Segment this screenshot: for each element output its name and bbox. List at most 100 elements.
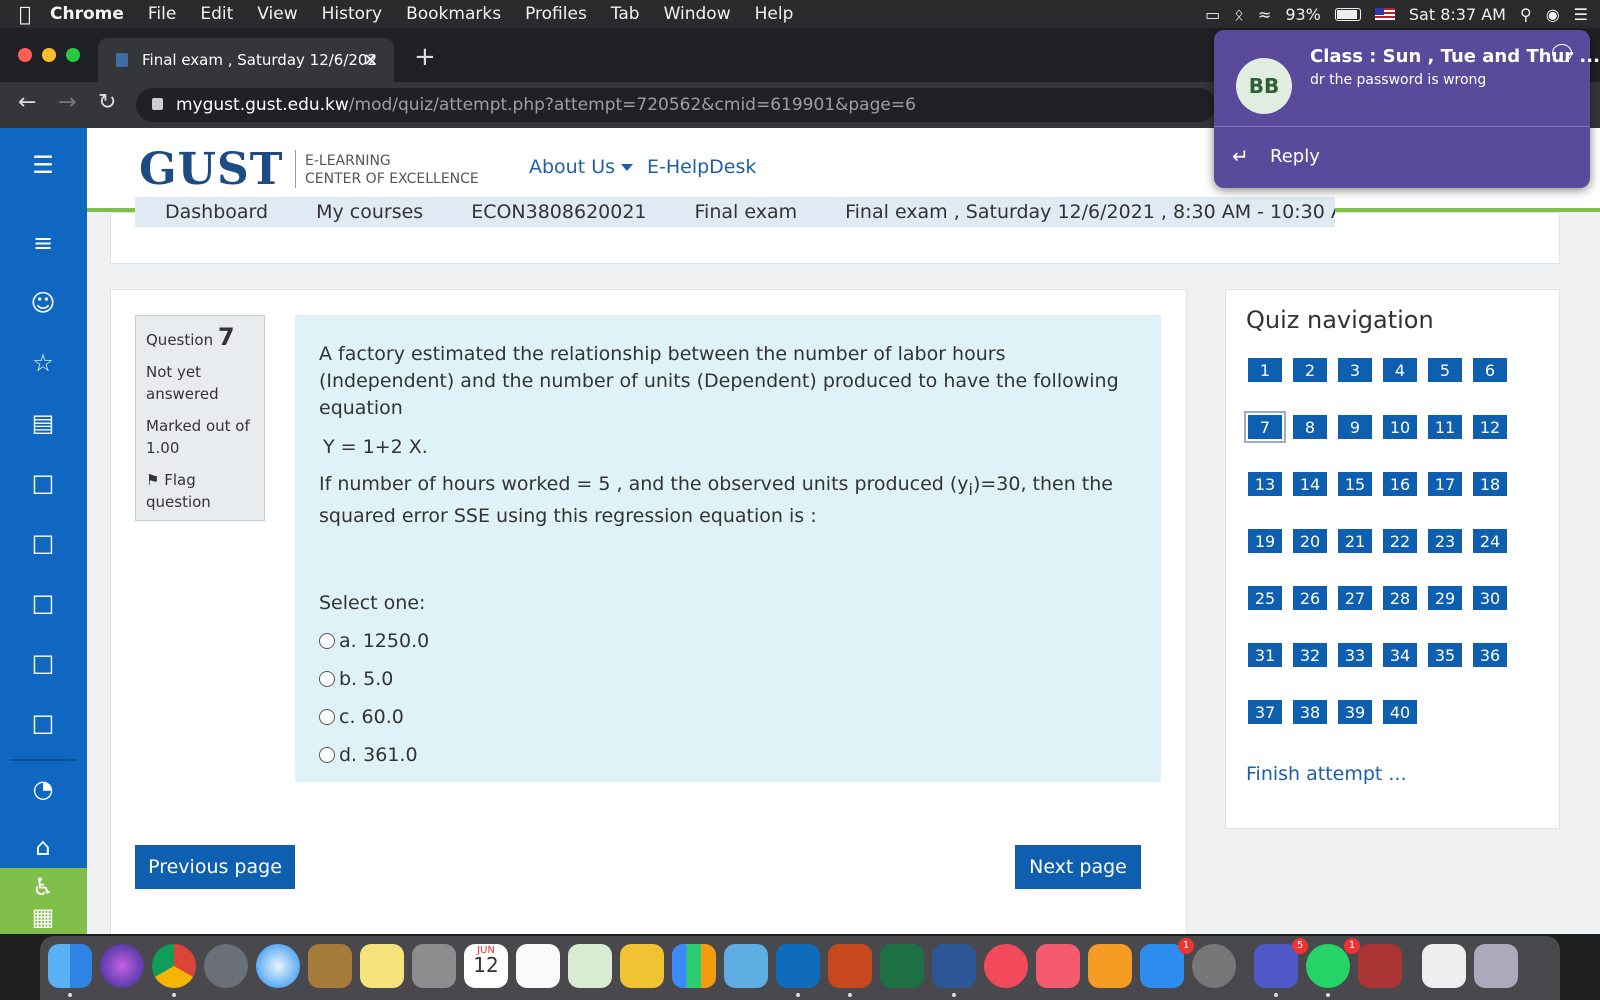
quiz-nav-question-button[interactable]: 21 [1338,529,1372,553]
reload-icon[interactable]: ↻ [98,90,116,115]
quiz-nav-question-button[interactable]: 2 [1293,358,1327,382]
radio-button-a[interactable] [319,633,335,650]
calculator-icon[interactable] [412,944,456,988]
keynote-icon[interactable] [724,944,768,988]
menu-file[interactable]: File [148,4,176,24]
about-us-menu[interactable]: About Us [529,156,634,178]
quiz-nav-question-button[interactable]: 39 [1338,700,1372,724]
breadcrumb-item[interactable]: ECON3808620021 [471,201,646,223]
menu-profiles[interactable]: Profiles [525,4,587,24]
calendar-icon[interactable]: ▦ [28,902,58,932]
quiz-nav-question-button[interactable]: 25 [1248,586,1282,610]
quiz-nav-question-button[interactable]: 14 [1293,472,1327,496]
trash-icon[interactable] [1474,944,1518,988]
finish-attempt-link[interactable]: Finish attempt ... [1246,763,1407,785]
contacts-icon[interactable] [308,944,352,988]
star-icon[interactable]: ☆ [28,348,58,378]
folder-icon[interactable]: □ [28,468,58,498]
browser-tab-active[interactable]: Final exam , Saturday 12/6/202 ✕ [98,38,394,82]
quiz-nav-question-button[interactable]: 8 [1293,415,1327,439]
control-center-icon[interactable]: ☰ [1574,5,1588,24]
siri-app-icon[interactable] [100,944,144,988]
quiz-nav-question-button[interactable]: 32 [1293,643,1327,667]
menu-history[interactable]: History [322,4,382,24]
menu-view[interactable]: View [257,4,297,24]
numbers-icon[interactable] [672,944,716,988]
quiz-nav-question-button[interactable]: 26 [1293,586,1327,610]
quiz-nav-question-button[interactable]: 30 [1473,586,1507,610]
wifi-icon[interactable]: ≈ [1258,5,1271,24]
message-notification[interactable]: BB Class : Sun , Tue and Thur ... dr the… [1214,30,1600,188]
quiz-nav-question-button[interactable]: 1 [1248,358,1282,382]
quiz-nav-question-button[interactable]: 38 [1293,700,1327,724]
gradebook-icon[interactable]: ▤ [28,408,58,438]
quiz-nav-question-button[interactable]: 12 [1473,415,1507,439]
folder-icon[interactable]: □ [28,708,58,738]
bluetooth-icon[interactable]: ᛟ [1234,5,1244,24]
quiz-nav-question-button[interactable]: 5 [1428,358,1462,382]
window-zoom-button[interactable] [66,48,80,62]
breadcrumb-item[interactable]: Dashboard [165,201,268,223]
hamburger-menu-icon[interactable]: ☰ [28,150,58,180]
answer-option-d[interactable]: d. 361.0 [319,742,1137,769]
pages-icon[interactable] [620,944,664,988]
spotlight-search-icon[interactable]: ⚲ [1520,5,1532,24]
notification-reply-button[interactable]: Reply [1270,146,1320,167]
outlook-icon[interactable] [776,944,820,988]
folder-icon[interactable]: □ [28,588,58,618]
quiz-nav-question-button[interactable]: 31 [1248,643,1282,667]
system-preferences-icon[interactable] [1192,944,1236,988]
reminders-icon[interactable] [516,944,560,988]
breadcrumb-item[interactable]: My courses [316,201,423,223]
maps-icon[interactable] [568,944,612,988]
quiz-nav-question-button[interactable]: 3 [1338,358,1372,382]
new-tab-plus-icon[interactable]: + [414,42,436,72]
answer-option-a[interactable]: a. 1250.0 [319,628,1137,655]
airplay-icon[interactable]: ▭ [1205,5,1220,24]
quiz-nav-question-button[interactable]: 36 [1473,643,1507,667]
answer-option-c[interactable]: c. 60.0 [319,704,1137,731]
window-close-button[interactable] [18,48,32,62]
window-minimize-button[interactable] [42,48,56,62]
menu-edit[interactable]: Edit [200,4,233,24]
flag-question-link[interactable]: ⚑ Flag question [146,469,254,513]
quiz-nav-question-button[interactable]: 17 [1428,472,1462,496]
back-arrow-icon[interactable]: ← [18,90,36,115]
quiz-nav-question-button[interactable]: 18 [1473,472,1507,496]
radio-button-d[interactable] [319,747,335,764]
news-icon[interactable] [984,944,1028,988]
menu-help[interactable]: Help [755,4,794,24]
list-icon[interactable]: ≡ [28,228,58,258]
tab-close-icon[interactable]: ✕ [363,50,378,71]
address-bar[interactable]: mygust.gust.edu.kw/mod/quiz/attempt.php?… [136,88,1216,122]
menu-tab[interactable]: Tab [611,4,640,24]
quiz-nav-question-button[interactable]: 7 [1244,411,1286,443]
notes-icon[interactable] [360,944,404,988]
dashboard-gauge-icon[interactable]: ◔ [28,774,58,804]
excel-icon[interactable] [880,944,924,988]
music-icon[interactable] [1036,944,1080,988]
quiz-nav-question-button[interactable]: 10 [1383,415,1417,439]
apple-icon[interactable]:  [0,2,50,26]
photo-booth-icon[interactable] [1358,944,1402,988]
teams-icon[interactable] [1254,944,1298,988]
word-icon[interactable] [932,944,976,988]
menubar-clock[interactable]: Sat 8:37 AM [1409,5,1506,24]
quiz-nav-question-button[interactable]: 37 [1248,700,1282,724]
quiz-nav-question-button[interactable]: 27 [1338,586,1372,610]
quiz-nav-question-button[interactable]: 19 [1248,529,1282,553]
quiz-nav-question-button[interactable]: 9 [1338,415,1372,439]
lock-icon[interactable] [152,98,163,110]
quiz-nav-question-button[interactable]: 33 [1338,643,1372,667]
gust-logo[interactable]: GUST [139,144,283,195]
calendar-app-icon[interactable]: JUN 12 [464,944,508,988]
input-source-flag-icon[interactable] [1374,8,1395,20]
quiz-nav-question-button[interactable]: 16 [1383,472,1417,496]
previous-page-button[interactable]: Previous page [135,845,295,889]
accessibility-icon[interactable]: ♿ [28,872,58,902]
folder-icon[interactable]: □ [28,648,58,678]
chrome-app-icon[interactable] [152,944,196,988]
quiz-nav-question-button[interactable]: 11 [1428,415,1462,439]
e-helpdesk-link[interactable]: E-HelpDesk [647,156,756,178]
quiz-nav-question-button[interactable]: 22 [1383,529,1417,553]
